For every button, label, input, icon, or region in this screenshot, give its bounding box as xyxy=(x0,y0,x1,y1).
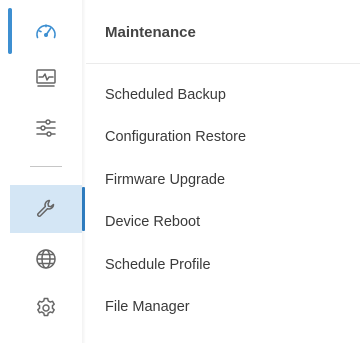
menu-item-firmware-upgrade[interactable]: Firmware Upgrade xyxy=(105,172,225,188)
sidebar-divider xyxy=(30,166,62,167)
gear-icon xyxy=(37,297,55,317)
speedometer-icon xyxy=(36,24,56,39)
menu-item-configuration-restore[interactable]: Configuration Restore xyxy=(105,129,246,145)
sidebar-item-system[interactable] xyxy=(10,284,82,332)
menu-divider xyxy=(86,63,360,64)
sidebar-item-maintenance[interactable] xyxy=(10,185,85,233)
sidebar-item-monitor[interactable] xyxy=(10,54,82,102)
wrench-icon xyxy=(37,199,55,217)
sliders-icon xyxy=(36,119,56,137)
maintenance-menu: Maintenance Scheduled Backup Configurati… xyxy=(86,0,360,343)
globe-icon xyxy=(36,249,56,269)
sidebar-item-network[interactable] xyxy=(10,235,82,283)
monitor-pulse-icon xyxy=(36,69,56,87)
menu-item-scheduled-backup[interactable]: Scheduled Backup xyxy=(105,87,226,103)
icon-sidebar xyxy=(0,0,85,343)
menu-item-schedule-profile[interactable]: Schedule Profile xyxy=(105,257,211,273)
menu-title: Maintenance xyxy=(105,24,196,41)
app-frame: Maintenance Scheduled Backup Configurati… xyxy=(0,0,360,343)
sidebar-item-settings[interactable] xyxy=(10,104,82,152)
menu-item-file-manager[interactable]: File Manager xyxy=(105,299,190,315)
menu-item-device-reboot[interactable]: Device Reboot xyxy=(105,214,200,230)
sidebar-item-dashboard[interactable] xyxy=(10,8,82,56)
